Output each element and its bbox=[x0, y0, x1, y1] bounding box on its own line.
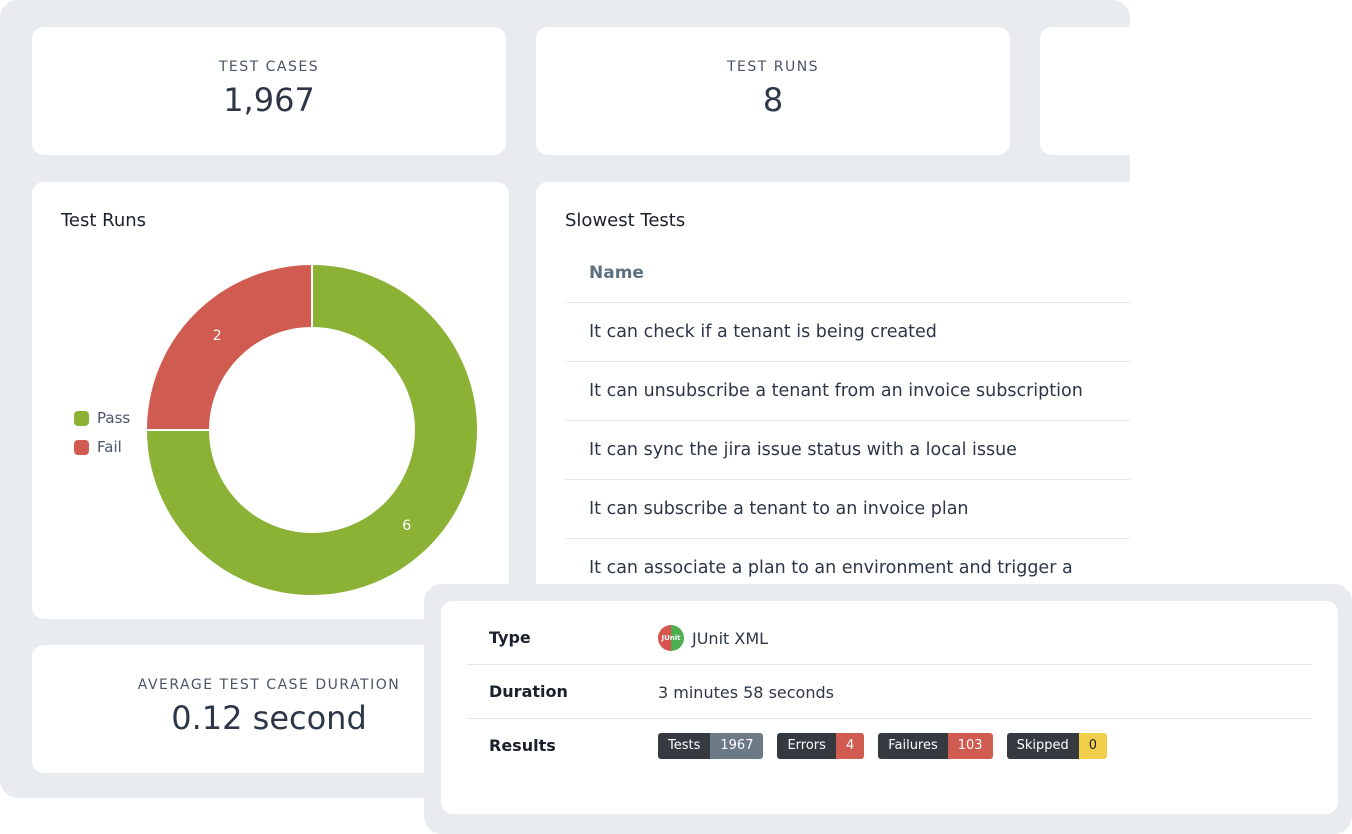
name-column-header[interactable]: Name bbox=[589, 263, 644, 283]
test-cases-card: TEST CASES 1,967 bbox=[32, 27, 506, 155]
legend-swatch-pass bbox=[74, 410, 89, 426]
legend-item-pass[interactable]: Pass bbox=[74, 409, 130, 427]
donut-label-pass: 6 bbox=[402, 518, 411, 534]
chart-legend: Pass Fail bbox=[74, 409, 130, 467]
type-value-text: JUnit XML bbox=[692, 628, 769, 648]
type-row: Type JUnit JUnit XML bbox=[467, 611, 1312, 665]
test-runs-chart-card: Test Runs Pass Fail 62 bbox=[32, 182, 509, 619]
duration-value: 3 minutes 58 seconds bbox=[658, 682, 834, 702]
failures-badge-value: 103 bbox=[947, 733, 993, 759]
failures-badge-label: Failures bbox=[878, 733, 948, 759]
skipped-badge-label: Skipped bbox=[1006, 733, 1079, 759]
results-badges: Tests 1967 Errors 4 Failures 103 Skipped… bbox=[658, 719, 1121, 773]
test-runs-card: TEST RUNS 8 bbox=[536, 27, 1010, 155]
legend-item-fail[interactable]: Fail bbox=[74, 438, 130, 456]
errors-badge-value: 4 bbox=[835, 733, 865, 759]
table-row[interactable]: It can unsubscribe a tenant from an invo… bbox=[565, 361, 1130, 420]
failures-badge: Failures 103 bbox=[878, 733, 993, 759]
errors-badge: Errors 4 bbox=[777, 733, 865, 759]
table-row[interactable]: It can sync the jira issue status with a… bbox=[565, 420, 1130, 479]
errors-badge-label: Errors bbox=[777, 733, 836, 759]
donut-slice-fail[interactable] bbox=[144, 262, 313, 431]
test-runs-value: 8 bbox=[762, 81, 784, 119]
test-cases-value: 1,967 bbox=[223, 81, 315, 119]
run-details-panel: Type JUnit JUnit XML Duration 3 minutes … bbox=[424, 584, 1352, 834]
results-row: Results Tests 1967 Errors 4 Failures 103… bbox=[467, 719, 1312, 773]
table-row[interactable]: It can check if a tenant is being create… bbox=[565, 302, 1130, 361]
slowest-tests-title: Slowest Tests bbox=[565, 210, 686, 231]
skipped-badge-value: 0 bbox=[1078, 733, 1108, 759]
donut-label-fail: 2 bbox=[213, 328, 222, 344]
type-value: JUnit JUnit XML bbox=[658, 611, 768, 665]
slowest-tests-list: It can check if a tenant is being create… bbox=[565, 302, 1130, 597]
partial-stat-card bbox=[1040, 27, 1130, 155]
tests-badge-value: 1967 bbox=[710, 733, 764, 759]
tests-badge-label: Tests bbox=[658, 733, 711, 759]
junit-icon: JUnit bbox=[658, 625, 684, 651]
tests-badge: Tests 1967 bbox=[658, 733, 764, 759]
skipped-badge: Skipped 0 bbox=[1006, 733, 1108, 759]
donut-chart: 62 bbox=[144, 262, 479, 597]
test-cases-label: TEST CASES bbox=[218, 59, 320, 75]
duration-row: Duration 3 minutes 58 seconds bbox=[467, 665, 1312, 719]
test-runs-label: TEST RUNS bbox=[726, 59, 820, 75]
type-label: Type bbox=[489, 628, 531, 647]
results-label: Results bbox=[489, 736, 556, 755]
table-row[interactable]: It can subscribe a tenant to an invoice … bbox=[565, 479, 1130, 538]
duration-label: Duration bbox=[489, 682, 568, 701]
legend-label-pass: Pass bbox=[97, 409, 131, 427]
legend-label-fail: Fail bbox=[97, 438, 122, 456]
test-runs-chart-title: Test Runs bbox=[61, 210, 147, 231]
run-details-card: Type JUnit JUnit XML Duration 3 minutes … bbox=[441, 601, 1338, 814]
legend-swatch-fail bbox=[74, 439, 89, 455]
